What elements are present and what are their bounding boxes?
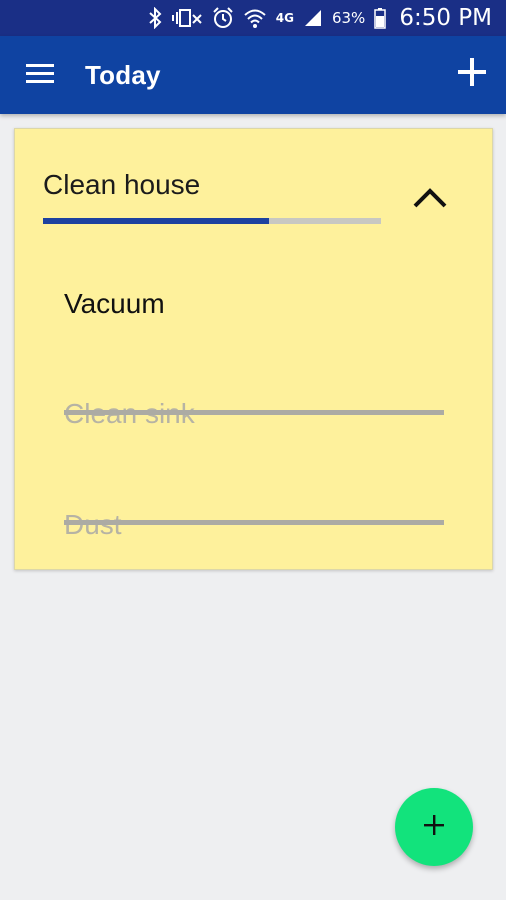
plus-icon <box>457 57 487 92</box>
page-title: Today <box>85 60 161 90</box>
fab-add-button[interactable] <box>395 788 473 866</box>
subtask-item-dust[interactable]: Dust <box>64 502 444 552</box>
task-title: Clean house <box>43 169 201 200</box>
battery-percent: 63% <box>331 9 366 27</box>
wifi-icon <box>243 6 267 30</box>
subtask-label: Vacuum <box>64 288 165 319</box>
battery-icon <box>374 6 387 30</box>
strikethrough-line <box>64 520 444 525</box>
task-progress-fill <box>43 218 270 224</box>
subtask-item-clean-sink[interactable]: Clean sink <box>64 391 444 441</box>
status-time: 6:50 PM <box>399 5 492 31</box>
chevron-up-icon <box>412 187 448 214</box>
menu-button[interactable] <box>20 58 60 92</box>
subtask-item-vacuum[interactable]: Vacuum <box>64 281 444 331</box>
bluetooth-icon <box>148 6 162 30</box>
app-bar: Today <box>0 36 506 114</box>
task-card[interactable]: Clean house Vacuum Clean sink Dust <box>14 128 493 570</box>
lte-icon: 4G <box>275 11 294 25</box>
plus-icon <box>423 814 445 841</box>
status-bar: 4G 63% 6:50 PM <box>0 0 506 36</box>
alarm-icon <box>212 6 234 30</box>
collapse-button[interactable] <box>410 183 450 217</box>
signal-icon <box>303 6 323 30</box>
vibrate-mute-icon <box>171 6 203 30</box>
add-task-button[interactable] <box>454 56 490 92</box>
menu-icon <box>26 62 54 89</box>
task-progress-bar <box>43 218 381 224</box>
strikethrough-line <box>64 410 444 415</box>
subtask-label: Dust <box>64 509 122 541</box>
